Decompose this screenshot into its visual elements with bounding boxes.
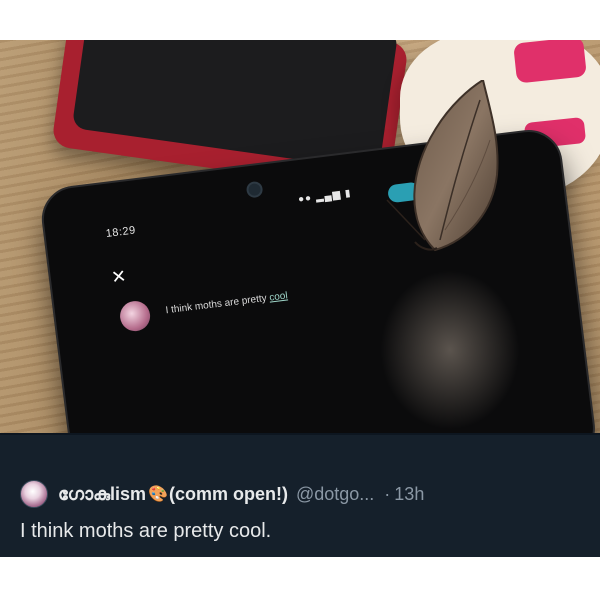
phone-reply-avatar [118, 299, 152, 333]
divider [0, 433, 600, 435]
phone-status-time: 18:29 [105, 224, 137, 241]
tweet-header: ഗോകുlism 🎨 (comm open!) @dotgo... · 13h [20, 480, 424, 508]
moth-icon [386, 80, 499, 252]
phone-status-icons: ●● ▂▄▆ ▮ [297, 187, 353, 206]
palette-icon: 🎨 [148, 486, 168, 503]
phone-reply-prefix: I think moths are pretty [165, 292, 268, 317]
phone-reply-text: I think moths are pretty cool [165, 290, 288, 316]
mug-stripe [513, 40, 587, 84]
avatar[interactable] [20, 480, 48, 508]
display-name[interactable]: ഗോകുlism [58, 484, 146, 505]
phone-reply-link: cool [268, 290, 289, 304]
post-time[interactable]: 13h [394, 484, 424, 505]
user-handle[interactable]: @dotgo... [296, 484, 374, 505]
tweet-photo[interactable]: 18:29 ●● ▂▄▆ ▮ ✕ I think moths are prett… [0, 40, 600, 433]
tweet-text: I think moths are pretty cool. [20, 520, 272, 542]
display-name-suffix[interactable]: (comm open!) [169, 484, 288, 505]
screen-reflection [380, 270, 520, 430]
phone-close-icon: ✕ [110, 265, 128, 288]
front-camera [245, 180, 264, 199]
separator-dot: · [384, 483, 391, 504]
